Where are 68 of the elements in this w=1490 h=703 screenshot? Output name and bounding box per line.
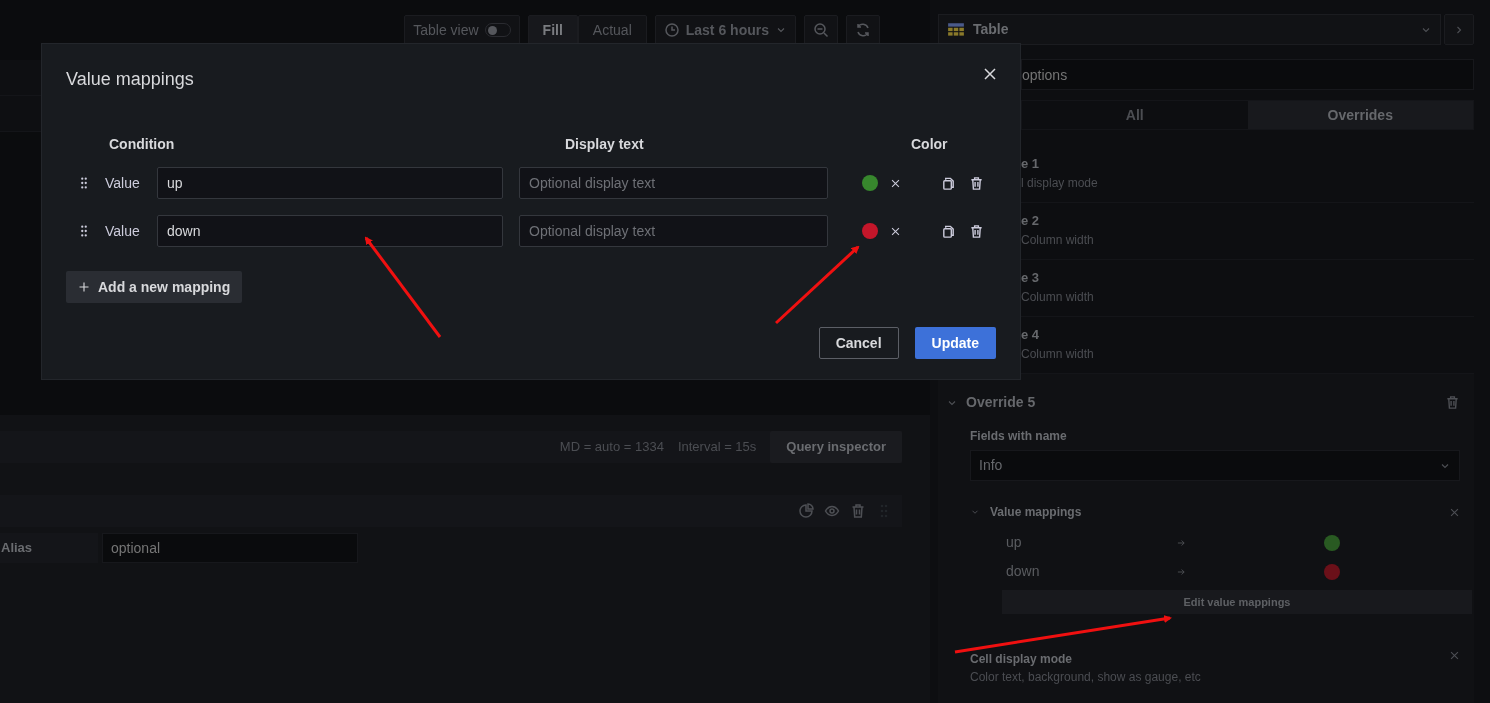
matcher-label: Fields with name bbox=[970, 428, 1068, 445]
delete-icon bbox=[969, 175, 984, 191]
zoom-out-icon bbox=[813, 22, 829, 38]
options-tab[interactable]: Overrides bbox=[1247, 101, 1473, 129]
options-search-field[interactable]: options bbox=[1021, 59, 1474, 90]
toggle-label: Table view bbox=[413, 20, 479, 40]
query-inspector-button[interactable]: Query inspector bbox=[770, 431, 902, 463]
property-description: Color text, background, show as gauge, etc bbox=[970, 669, 1201, 686]
cancel-button[interactable]: Cancel bbox=[818, 327, 899, 359]
zoom-out-button[interactable] bbox=[804, 14, 838, 46]
color-picker-dot[interactable] bbox=[862, 175, 878, 191]
close-icon bbox=[982, 66, 998, 82]
alias-label: Alias bbox=[0, 533, 98, 563]
time-range-picker[interactable]: Last 6 hours bbox=[654, 14, 796, 46]
visualization-picker[interactable]: Table bbox=[938, 14, 1441, 45]
add-mapping-button[interactable]: Add a new mapping bbox=[66, 271, 243, 303]
override-description: Column width bbox=[1021, 345, 1095, 363]
condition-value-field[interactable]: up bbox=[157, 167, 503, 199]
eye-icon[interactable] bbox=[824, 503, 840, 519]
display-text-field[interactable]: Optional display text bbox=[519, 215, 828, 247]
override-title: Override 5 bbox=[966, 393, 1037, 412]
condition-type-label: Value bbox=[105, 221, 141, 241]
mapping-value: up bbox=[1006, 533, 1023, 552]
close-icon[interactable] bbox=[1449, 650, 1460, 661]
color-picker-dot[interactable] bbox=[862, 223, 878, 239]
alias-field[interactable]: optional bbox=[102, 533, 358, 563]
refresh-button[interactable] bbox=[846, 14, 880, 46]
override-title: e 1 bbox=[1021, 155, 1041, 173]
override-title: e 4 bbox=[1021, 326, 1041, 344]
property-title: Cell display mode bbox=[970, 651, 1074, 668]
condition-value-field[interactable]: down bbox=[157, 215, 503, 247]
override-description: Column width bbox=[1021, 231, 1095, 249]
clear-color-button[interactable] bbox=[890, 177, 901, 189]
override-title: e 2 bbox=[1021, 212, 1041, 230]
color-header: Color bbox=[911, 135, 948, 154]
mode-tab[interactable]: Actual bbox=[577, 14, 647, 46]
refresh-icon bbox=[855, 22, 871, 38]
edit-value-mappings-button[interactable]: Edit value mappings bbox=[1002, 590, 1472, 614]
mapping-value: down bbox=[1006, 562, 1041, 581]
delete-icon[interactable] bbox=[1445, 395, 1460, 410]
table-icon bbox=[947, 20, 965, 39]
query-info: MD = auto = 1334 bbox=[559, 438, 664, 457]
property-title: Value mappings bbox=[990, 504, 1083, 521]
fields-select[interactable]: Info bbox=[970, 450, 1460, 481]
condition-header: Condition bbox=[109, 135, 176, 154]
override-title: e 3 bbox=[1021, 269, 1041, 287]
condition-type-label: Value bbox=[105, 173, 141, 193]
plus-icon bbox=[78, 281, 90, 293]
display-text-header: Display text bbox=[565, 135, 645, 154]
clock-icon bbox=[663, 22, 680, 38]
options-tab[interactable]: All bbox=[1022, 101, 1248, 129]
delete-button[interactable] bbox=[969, 223, 984, 239]
delete-icon[interactable] bbox=[850, 503, 866, 519]
update-button[interactable]: Update bbox=[914, 327, 996, 359]
delete-button[interactable] bbox=[969, 175, 984, 191]
mode-tab[interactable]: Fill bbox=[527, 14, 578, 46]
arrow-right-icon bbox=[1176, 567, 1186, 578]
delete-icon bbox=[969, 223, 984, 239]
close-icon[interactable] bbox=[1449, 506, 1460, 518]
close-button[interactable] bbox=[982, 66, 998, 82]
query-info: Interval = 15s bbox=[677, 438, 757, 457]
dialog-title: Value mappings bbox=[66, 68, 194, 91]
display-text-field[interactable]: Optional display text bbox=[519, 167, 828, 199]
override-description: Column width bbox=[1021, 288, 1095, 306]
close-icon bbox=[890, 225, 901, 237]
clear-color-button[interactable] bbox=[890, 225, 901, 237]
arrow-right-icon bbox=[1176, 538, 1186, 549]
close-icon bbox=[890, 177, 901, 189]
